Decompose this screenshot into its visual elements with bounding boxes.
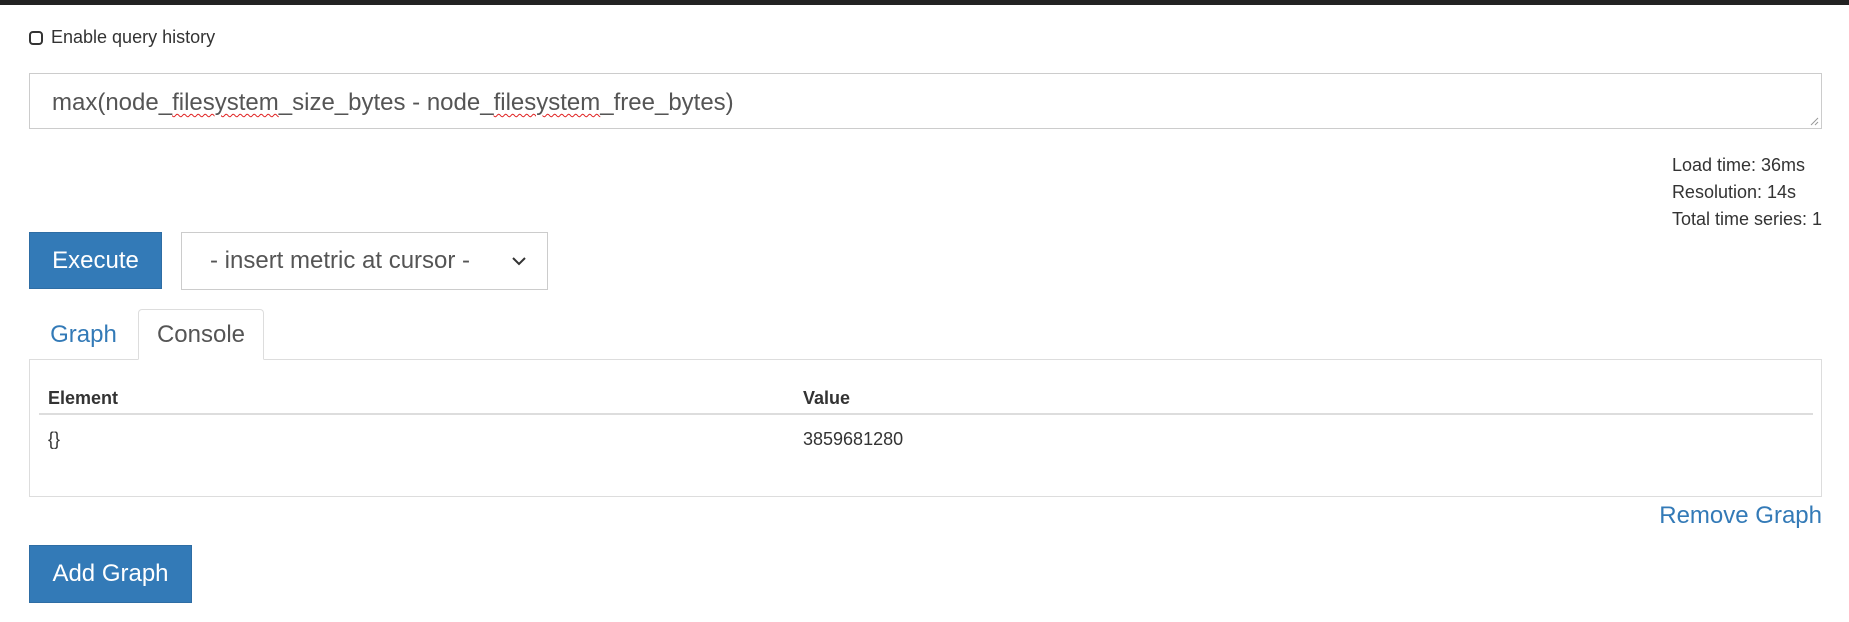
query-history-toggle[interactable]: Enable query history (29, 27, 215, 48)
expression-part: _free_bytes) (600, 89, 734, 116)
insert-metric-select-value: - insert metric at cursor - (210, 247, 471, 274)
query-page: Enable query history max(node_filesystem… (0, 5, 1849, 622)
resize-handle-icon[interactable] (1809, 116, 1819, 126)
table-header-row: Element Value (39, 374, 1813, 415)
table-row: {} 3859681280 (39, 415, 1813, 463)
total-time-series: Total time series: 1 (1671, 209, 1822, 229)
column-header-value: Value (803, 388, 851, 408)
expression-text: max(node_filesystem_size_bytes - node_fi… (52, 89, 734, 117)
query-stats: Load time: 36ms Resolution: 14s Total ti… (1672, 152, 1822, 233)
expression-part: max(node_ (52, 89, 173, 116)
tab-graph[interactable]: Graph (29, 309, 138, 360)
query-history-checkbox[interactable] (29, 30, 43, 45)
expression-part-misspelled: filesystem (493, 89, 601, 116)
console-table: Element Value {} 3859681280 (39, 374, 1813, 463)
column-header-element: Element (48, 388, 119, 408)
insert-metric-select[interactable]: - insert metric at cursor - (181, 232, 548, 290)
tab-console[interactable]: Console (138, 309, 264, 360)
chevron-down-icon (512, 257, 526, 266)
execute-button[interactable]: Execute (29, 232, 162, 289)
resolution: Resolution: 14s (1671, 182, 1797, 202)
cell-value: 3859681280 (803, 429, 904, 449)
cell-element: {} (48, 429, 61, 449)
graph-tabs: Graph Console (29, 309, 1822, 360)
add-graph-button[interactable]: Add Graph (29, 545, 192, 603)
query-history-label: Enable query history (51, 27, 216, 47)
load-time: Load time: 36ms (1671, 155, 1806, 175)
remove-graph-link[interactable]: Remove Graph (1659, 502, 1822, 530)
expression-input[interactable]: max(node_filesystem_size_bytes - node_fi… (29, 73, 1822, 129)
console-panel: Element Value {} 3859681280 (29, 359, 1822, 497)
expression-part-misspelled: filesystem (172, 89, 279, 116)
expression-part: _size_bytes - node_ (278, 89, 494, 116)
